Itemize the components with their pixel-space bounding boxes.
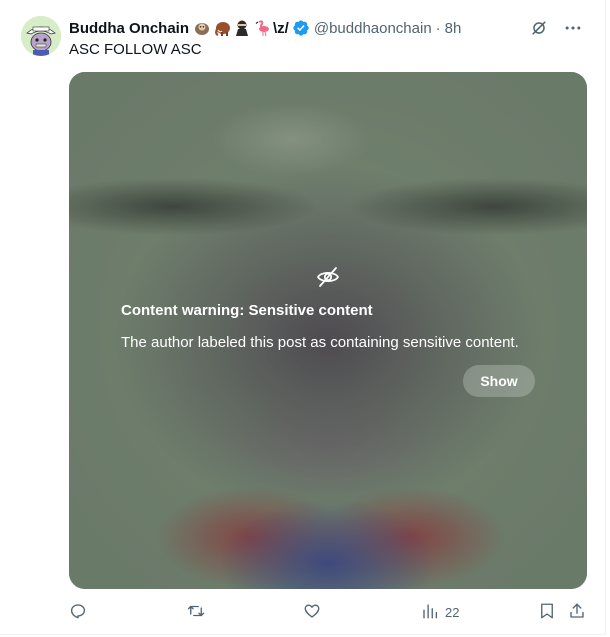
reply-icon (69, 602, 87, 623)
bookmark-icon (538, 602, 556, 623)
verified-badge-icon[interactable] (292, 19, 310, 37)
post-timestamp[interactable]: 8h (445, 20, 462, 37)
post-header: Buddha Onchain \z/ @buddhaonchain · 8h (69, 18, 461, 38)
reply-button[interactable] (69, 602, 93, 622)
author-handle[interactable]: @buddhaonchain (314, 20, 432, 37)
sensitive-content-overlay (69, 72, 587, 589)
repost-button[interactable] (187, 602, 211, 622)
views-count: 22 (445, 604, 460, 620)
eye-off-icon (316, 265, 340, 289)
show-button[interactable]: Show (463, 365, 535, 397)
name-emojis (193, 19, 271, 37)
more-icon[interactable] (563, 18, 583, 38)
share-icon (568, 602, 586, 623)
views-icon (421, 602, 439, 623)
warning-title: Content warning: Sensitive content (121, 302, 373, 319)
author-display-name[interactable]: Buddha Onchain (69, 20, 189, 37)
post-top-actions (529, 18, 583, 38)
post-actions: 22 (0, 602, 606, 624)
author-avatar[interactable] (21, 16, 61, 56)
post-text: ASC FOLLOW ASC (69, 41, 202, 58)
views-button[interactable]: 22 (421, 602, 459, 622)
repost-icon (187, 602, 205, 623)
mammoth-icon (213, 19, 231, 37)
like-button[interactable] (303, 602, 327, 622)
share-button[interactable] (568, 602, 586, 622)
bookmark-button[interactable] (538, 602, 556, 622)
post-card: Buddha Onchain \z/ @buddhaonchain · 8h A… (0, 0, 606, 635)
avatar-illustration (21, 16, 61, 56)
ninja-icon (233, 19, 251, 37)
post-media[interactable]: Content warning: Sensitive content The a… (69, 72, 587, 589)
sloth-icon (193, 19, 211, 37)
grok-icon[interactable] (529, 18, 549, 38)
flamingo-icon (253, 19, 271, 37)
separator-dot: · (435, 19, 441, 37)
warning-body: The author labeled this post as containi… (121, 334, 519, 351)
name-suffix: \z/ (273, 19, 289, 37)
like-icon (303, 602, 321, 623)
